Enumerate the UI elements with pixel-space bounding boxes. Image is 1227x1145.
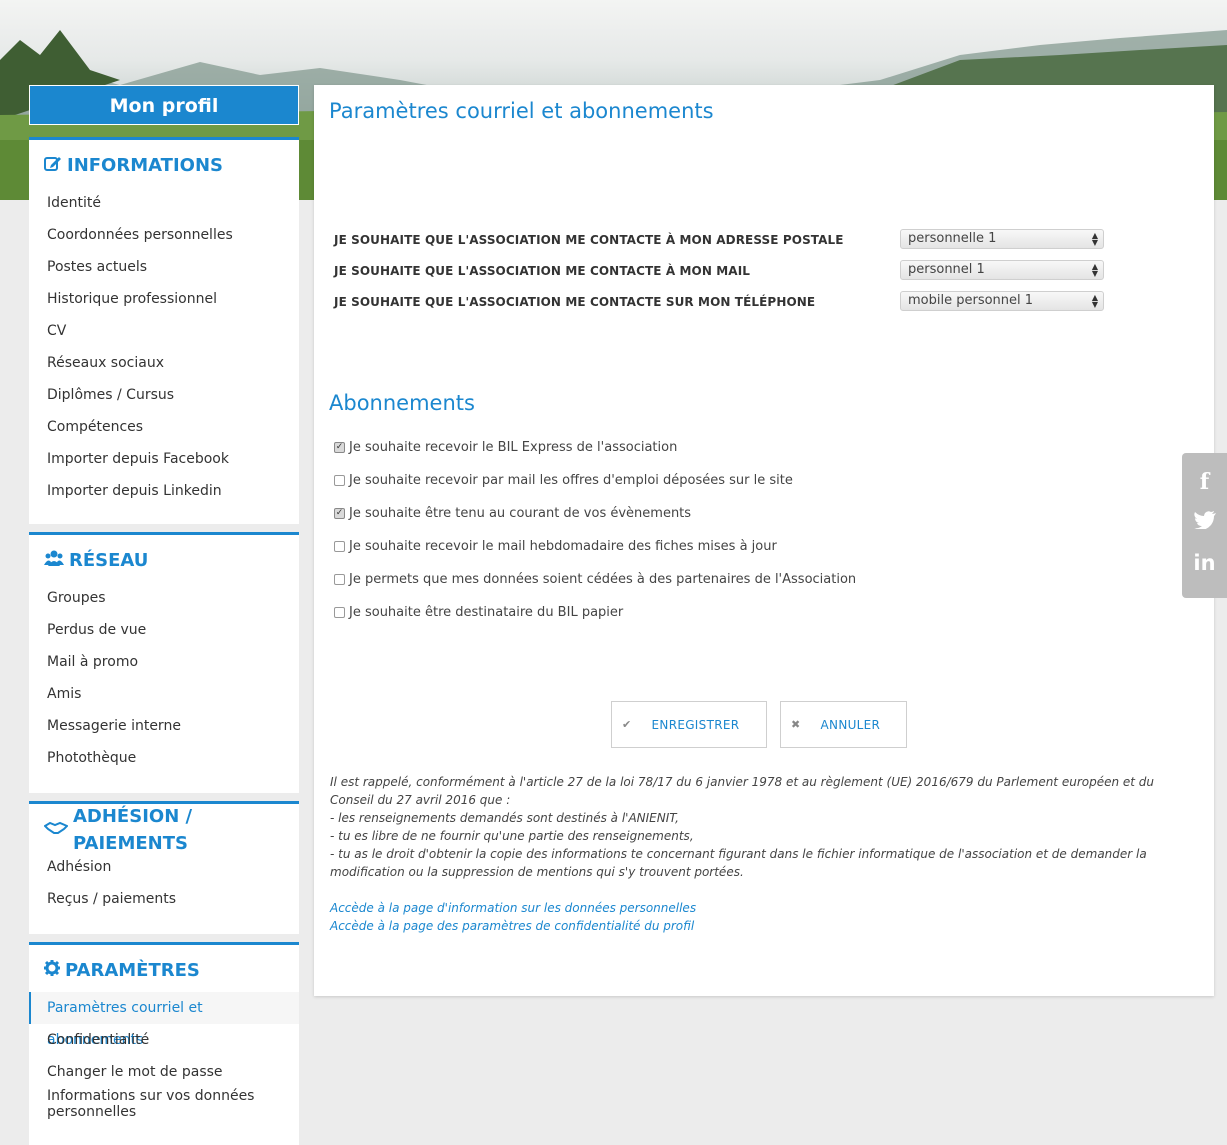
sidebar-item-cv[interactable]: CV [29,315,299,347]
sidebar-item-messagerie[interactable]: Messagerie interne [29,710,299,742]
legal-notice: Il est rappelé, conformément à l'article… [330,775,1155,879]
save-button[interactable]: ✔ ENREGISTRER [611,701,767,748]
sidebar-item-groupes[interactable]: Groupes [29,582,299,614]
sidebar-item-import-facebook[interactable]: Importer depuis Facebook [29,443,299,475]
subscription-bil-express[interactable]: ✓ Je souhaite recevoir le BIL Express de… [334,438,677,456]
sidebar-item-mail-promo[interactable]: Mail à promo [29,646,299,678]
twitter-icon[interactable] [1182,511,1227,533]
subscription-mail-hebdo[interactable]: Je souhaite recevoir le mail hebdomadair… [334,537,777,555]
section-title-reseau: RÉSEAU [29,535,299,574]
page-title: Paramètres courriel et abonnements [329,99,714,123]
sidebar-item-identite[interactable]: Identité [29,187,299,219]
close-icon: ✖ [791,718,801,731]
handshake-icon [43,816,69,843]
sidebar-item-phototheque[interactable]: Photothèque [29,742,299,774]
section-title-informations: INFORMATIONS [29,140,299,179]
gear-icon [44,957,60,984]
panel-parametres: PARAMÈTRES Paramètres courriel et abonne… [29,942,299,1145]
section-title-parametres: PARAMÈTRES [29,945,299,984]
pref-row-mail: JE SOUHAITE QUE L'ASSOCIATION ME CONTACT… [334,260,1114,282]
pref-label-phone: JE SOUHAITE QUE L'ASSOCIATION ME CONTACT… [334,295,816,309]
sidebar-item-diplomes[interactable]: Diplômes / Cursus [29,379,299,411]
social-share-bar: f in [1182,453,1227,598]
personal-data-link[interactable]: Accède à la page d'information sur les d… [330,899,696,917]
checkbox[interactable] [334,573,345,585]
sidebar-item-recus-paiements[interactable]: Reçus / paiements [29,883,299,915]
sidebar-item-parametres-courriel[interactable]: Paramètres courriel et abonnements [29,992,299,1048]
checkbox[interactable] [334,474,345,486]
subscription-bil-papier[interactable]: Je souhaite être destinataire du BIL pap… [334,603,623,621]
checkbox-checked[interactable]: ✓ [334,507,345,519]
sidebar-item-mot-de-passe[interactable]: Changer le mot de passe [29,1056,299,1088]
pref-label-mail: JE SOUHAITE QUE L'ASSOCIATION ME CONTACT… [334,264,751,278]
sidebar-item-import-linkedin[interactable]: Importer depuis Linkedin [29,475,299,507]
postal-select[interactable]: personnelle 1 ▲ ▼ [900,229,1104,249]
mail-select[interactable]: personnel 1 ▲ ▼ [900,260,1104,280]
section-title-adhesion: ADHÉSION / PAIEMENTS [29,804,299,854]
checkbox[interactable] [334,540,345,552]
select-arrows-icon: ▲ ▼ [1091,231,1098,247]
profile-title[interactable]: Mon profil [29,85,299,125]
subscriptions-title: Abonnements [329,391,475,415]
cancel-button[interactable]: ✖ ANNULER [780,701,907,748]
pref-row-postal: JE SOUHAITE QUE L'ASSOCIATION ME CONTACT… [334,229,1114,251]
sidebar-item-coordonnees[interactable]: Coordonnées personnelles [29,219,299,251]
sidebar-item-donnees-personnelles[interactable]: Informations sur vos données personnelle… [29,1088,299,1124]
sidebar-item-confidentialite[interactable]: Confidentialité [29,1024,299,1056]
info-links: Accède à la page d'information sur les d… [330,899,696,935]
sidebar-item-historique[interactable]: Historique professionnel [29,283,299,315]
pref-row-phone: JE SOUHAITE QUE L'ASSOCIATION ME CONTACT… [334,291,1114,313]
sidebar: Mon profil INFORMATIONS Identité Coordon… [29,85,299,1145]
sidebar-item-perdus-de-vue[interactable]: Perdus de vue [29,614,299,646]
linkedin-icon[interactable]: in [1182,551,1227,575]
panel-reseau: RÉSEAU Groupes Perdus de vue Mail à prom… [29,532,299,793]
subscription-partenaires[interactable]: Je permets que mes données soient cédées… [334,570,856,588]
facebook-icon[interactable]: f [1182,469,1227,495]
phone-select[interactable]: mobile personnel 1 ▲ ▼ [900,291,1104,311]
select-arrows-icon: ▲ ▼ [1091,293,1098,309]
select-arrows-icon: ▲ ▼ [1091,262,1098,278]
checkbox[interactable] [334,606,345,618]
subscription-offres-emploi[interactable]: Je souhaite recevoir par mail les offres… [334,471,793,489]
panel-informations: INFORMATIONS Identité Coordonnées person… [29,137,299,524]
pref-label-postal: JE SOUHAITE QUE L'ASSOCIATION ME CONTACT… [334,233,844,247]
panel-adhesion: ADHÉSION / PAIEMENTS Adhésion Reçus / pa… [29,801,299,934]
main-content: Paramètres courriel et abonnements JE SO… [314,85,1214,996]
sidebar-item-competences[interactable]: Compétences [29,411,299,443]
subscription-evenements[interactable]: ✓ Je souhaite être tenu au courant de vo… [334,504,691,522]
sidebar-item-postes[interactable]: Postes actuels [29,251,299,283]
users-icon [44,547,64,574]
checkbox-checked[interactable]: ✓ [334,441,345,453]
edit-icon [44,152,62,179]
privacy-settings-link[interactable]: Accède à la page des paramètres de confi… [330,917,696,935]
sidebar-item-amis[interactable]: Amis [29,678,299,710]
sidebar-item-reseaux-sociaux[interactable]: Réseaux sociaux [29,347,299,379]
check-icon: ✔ [622,718,632,731]
